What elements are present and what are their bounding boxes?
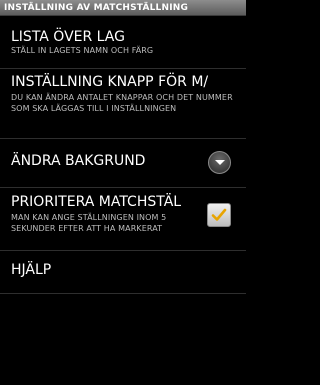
pref-help[interactable]: HJÄLP: [0, 253, 246, 293]
window-title: INSTÄLLNING AV MATCHSTÄLLNING: [4, 3, 189, 13]
dropdown-icon[interactable]: [208, 151, 231, 174]
pref-title: LISTA ÖVER LAG: [11, 29, 125, 45]
prioritize-checkbox[interactable]: [207, 203, 231, 227]
pref-prioritize-score[interactable]: PRIORITERA MATCHSTÄL MAN KAN ANGE STÄLLN…: [0, 190, 246, 250]
pref-summary: STÄLL IN LAGETS NAMN OCH FÄRG: [11, 46, 154, 55]
divider: [0, 187, 246, 188]
divider: [0, 293, 246, 294]
checkmark-icon: [211, 208, 227, 221]
pref-button-settings[interactable]: INSTÄLLNING KNAPP FÖR M/ DU KAN ÄNDRA AN…: [0, 71, 246, 137]
chevron-down-icon: [215, 160, 225, 165]
pref-change-background[interactable]: ÄNDRA BAKGRUND: [0, 142, 246, 186]
pref-title: HJÄLP: [11, 262, 52, 278]
title-bar: INSTÄLLNING AV MATCHSTÄLLNING: [0, 0, 246, 16]
divider: [0, 68, 246, 69]
pref-title: PRIORITERA MATCHSTÄL: [11, 194, 182, 210]
divider: [0, 138, 246, 139]
pref-summary: MAN KAN ANGE STÄLLNINGEN INOM 5 SEKUNDER…: [11, 213, 167, 233]
pref-summary: DU KAN ÄNDRA ANTALET KNAPPAR OCH DET NUM…: [11, 93, 233, 113]
pref-team-list[interactable]: LISTA ÖVER LAG STÄLL IN LAGETS NAMN OCH …: [0, 25, 246, 65]
pref-title: ÄNDRA BAKGRUND: [11, 153, 146, 169]
divider: [0, 250, 246, 251]
pref-title: INSTÄLLNING KNAPP FÖR M/: [11, 74, 209, 90]
